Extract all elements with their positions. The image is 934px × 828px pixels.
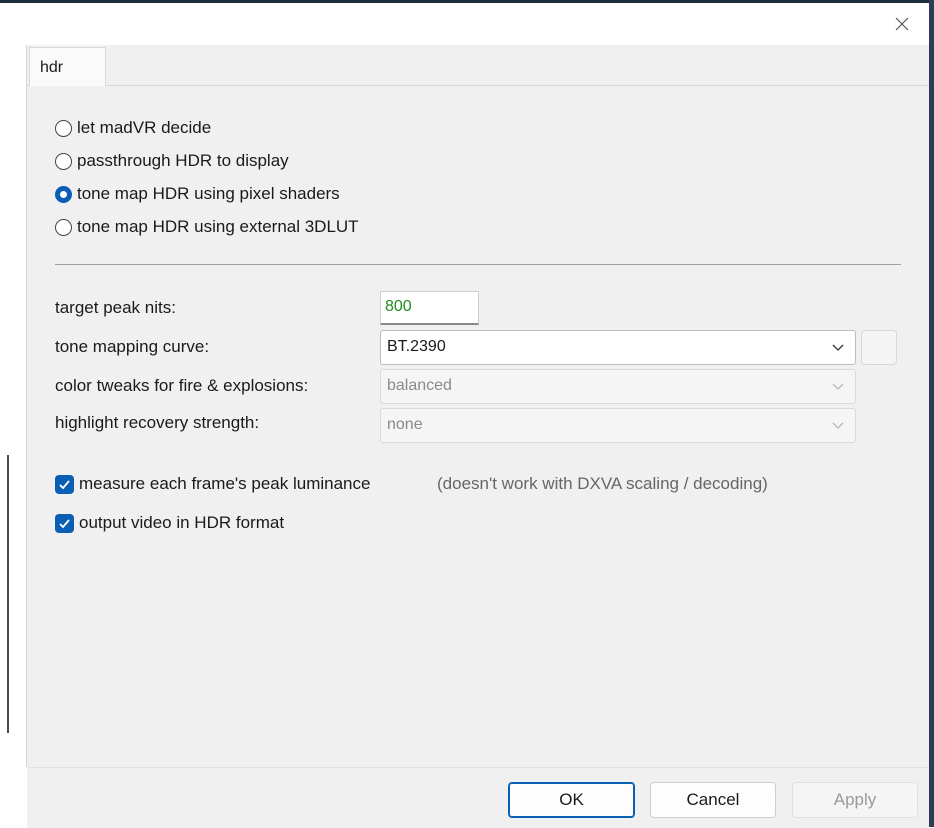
tab-strip [27,45,929,86]
checkmark-icon [59,518,70,528]
output-hdr-checkbox-row[interactable]: output video in HDR format [55,511,284,535]
radio-circle[interactable] [55,119,72,137]
radio-label: let madVR decide [77,118,212,137]
settings-tree-pane [0,45,27,767]
tab-hdr[interactable]: hdr [29,47,106,87]
select-value: none [387,416,423,433]
radio-label: passthrough HDR to display [77,151,289,170]
desktop-background-edge [929,0,934,827]
radio-passthrough-hdr[interactable]: passthrough HDR to display [55,149,289,173]
close-icon [895,17,909,31]
radio-circle[interactable] [55,152,72,170]
radio-label: tone map HDR using external 3DLUT [77,217,359,236]
ok-button[interactable]: OK [508,782,635,818]
tone-mapping-curve-select[interactable]: BT.2390 [380,330,856,365]
output-hdr-checkbox[interactable] [55,513,74,533]
curve-settings-button[interactable] [861,330,897,365]
radio-circle[interactable] [55,218,72,236]
tab-label: hdr [40,59,64,76]
highlight-recovery-select[interactable]: none [380,408,856,443]
measure-peak-checkbox-row[interactable]: measure each frame's peak luminance [55,472,370,496]
radio-tone-map-pixel-shaders[interactable]: tone map HDR using pixel shaders [55,182,340,206]
color-tweaks-label: color tweaks for fire & explosions: [55,376,309,395]
radio-label: tone map HDR using pixel shaders [77,184,340,203]
radio-circle-selected[interactable] [55,185,72,203]
separator [55,264,901,265]
cancel-button[interactable]: Cancel [650,782,776,818]
tree-scrollbar[interactable] [7,455,9,733]
radio-let-madvr-decide[interactable]: let madVR decide [55,116,211,140]
apply-button[interactable]: Apply [792,782,918,818]
dxva-note: (doesn't work with DXVA scaling / decodi… [437,474,768,493]
chevron-down-icon [832,344,844,351]
measure-peak-checkbox[interactable] [55,474,74,494]
target-peak-nits-input[interactable]: 800 [380,291,479,325]
checkbox-label: measure each frame's peak luminance [79,474,371,493]
radio-tone-map-3dlut[interactable]: tone map HDR using external 3DLUT [55,215,359,239]
color-tweaks-select[interactable]: balanced [380,369,856,404]
chevron-down-icon [832,422,844,429]
chevron-down-icon [832,383,844,390]
title-bar [0,3,929,45]
select-value: BT.2390 [387,338,446,355]
highlight-recovery-label: highlight recovery strength: [55,413,260,432]
close-button[interactable] [884,9,920,39]
tone-mapping-curve-label: tone mapping curve: [55,337,210,356]
checkbox-label: output video in HDR format [79,513,285,532]
select-value: balanced [387,377,452,394]
target-peak-nits-label: target peak nits: [55,298,176,317]
checkmark-icon [59,479,70,489]
